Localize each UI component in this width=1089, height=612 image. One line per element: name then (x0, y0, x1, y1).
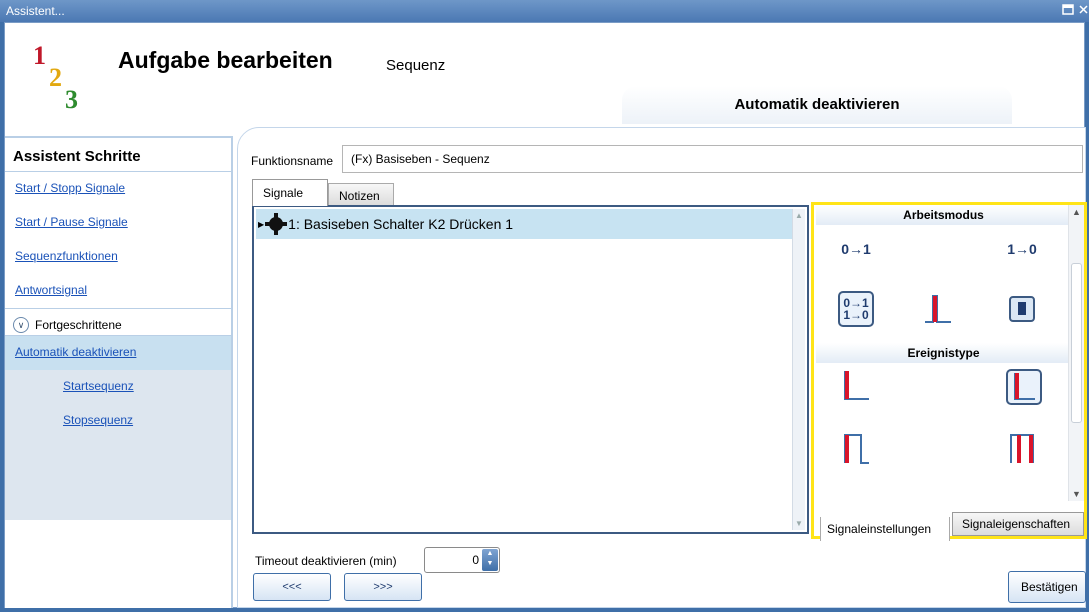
next-button[interactable]: >>> (344, 573, 422, 601)
tab-notizen[interactable]: Notizen (328, 183, 394, 205)
wizard-window: 1 2 3 Aufgabe bearbeiten Sequenz Automat… (4, 22, 1087, 608)
page-subtitle: Sequenz (386, 57, 446, 74)
pulse-red-icon[interactable] (920, 291, 956, 327)
sidebar-title: Assistent Schritte (5, 138, 231, 172)
both-edges-icon[interactable]: 0→1 1→0 (838, 291, 874, 327)
restore-icon[interactable] (1061, 3, 1075, 16)
signal-list: ▶ 1: Basiseben Schalter K2 Drücken 1 ▲ ▼ (252, 205, 809, 534)
logo-digit-3: 3 (65, 85, 78, 114)
advanced-toggle[interactable]: ∨ Fortgeschrittene (5, 308, 231, 336)
main-panel: Funktionsname Signale Notizen ▶ 1: Basis… (237, 127, 1087, 608)
advanced-label: Fortgeschrittene (35, 318, 122, 332)
scroll-thumb[interactable] (1071, 263, 1082, 423)
expand-arrow-icon[interactable]: ▶ (258, 220, 264, 229)
sidebar-item-startsequenz[interactable]: Startsequenz (5, 370, 231, 404)
scroll-up-icon[interactable]: ▲ (1072, 207, 1081, 217)
box-pulse-icon[interactable] (1004, 291, 1040, 327)
close-icon[interactable] (1079, 3, 1089, 16)
section-tab: Automatik deaktivieren (622, 86, 1012, 124)
scroll-down-icon[interactable]: ▼ (1072, 489, 1081, 499)
back-button[interactable]: <<< (253, 573, 331, 601)
properties-content: Arbeitsmodus 0→1 1→0 0→1 1→0 Ereignistyp… (816, 205, 1071, 505)
window-titlebar: Assistent... (0, 0, 1089, 22)
chevron-down-icon[interactable]: ∨ (13, 317, 29, 333)
page-title: Aufgabe bearbeiten (118, 47, 333, 73)
both-edges-text-2: 1→0 (843, 308, 869, 322)
signal-node-icon (265, 213, 288, 235)
event-step-icon[interactable] (838, 369, 874, 405)
event-pulse-double-icon[interactable] (1006, 431, 1042, 467)
logo-digit-2: 2 (49, 63, 62, 92)
sidebar-item-automatik-deaktivieren[interactable]: Automatik deaktivieren (5, 336, 231, 370)
event-type-heading: Ereignistype (816, 343, 1071, 363)
sidebar-item-sequenzfunktionen[interactable]: Sequenzfunktionen (5, 240, 231, 274)
scroll-up-icon[interactable]: ▲ (795, 211, 803, 220)
sidebar-item-start-stopp[interactable]: Start / Stopp Signale (5, 172, 231, 206)
rising-edge-text: 0→1 (841, 241, 871, 257)
bottom-bar: <<< >>> Bestätigen (238, 562, 1086, 608)
work-mode-heading: Arbeitsmodus (816, 205, 1071, 225)
function-name-input[interactable] (342, 145, 1083, 173)
window-title: Assistent... (6, 4, 65, 18)
sidebar-item-start-pause[interactable]: Start / Pause Signale (5, 206, 231, 240)
event-pulse-icon[interactable] (838, 431, 874, 467)
tab-signaleinstellungen[interactable]: Signaleinstellungen (820, 517, 950, 541)
falling-edge-1-0-icon[interactable]: 1→0 (1004, 231, 1040, 267)
tab-signale[interactable]: Signale (252, 179, 328, 206)
tab-signaleigenschaften[interactable]: Signaleigenschaften (952, 512, 1084, 536)
signal-label: 1: Basiseben Schalter K2 Drücken 1 (288, 216, 514, 232)
falling-edge-text: 1→0 (1007, 241, 1037, 257)
steps-logo: 1 2 3 (27, 41, 107, 121)
rising-edge-0-1-icon[interactable]: 0→1 (838, 231, 874, 267)
sidebar-filler (5, 438, 231, 520)
sidebar: Assistent Schritte Start / Stopp Signale… (5, 136, 233, 608)
function-name-label: Funktionsname (251, 154, 334, 168)
list-item[interactable]: ▶ 1: Basiseben Schalter K2 Drücken 1 (256, 209, 793, 239)
sidebar-item-stopsequenz[interactable]: Stopsequenz (5, 404, 231, 438)
list-scrollbar[interactable]: ▲ ▼ (792, 209, 805, 530)
sidebar-item-antwortsignal[interactable]: Antwortsignal (5, 274, 231, 308)
signal-properties-panel: Arbeitsmodus 0→1 1→0 0→1 1→0 Ereignistyp… (811, 202, 1087, 541)
confirm-button[interactable]: Bestätigen (1008, 571, 1086, 603)
logo-digit-1: 1 (33, 41, 46, 70)
properties-scrollbar[interactable]: ▲ ▼ (1068, 205, 1084, 501)
scroll-down-icon[interactable]: ▼ (795, 519, 803, 528)
event-step-selected-icon[interactable] (1006, 369, 1042, 405)
